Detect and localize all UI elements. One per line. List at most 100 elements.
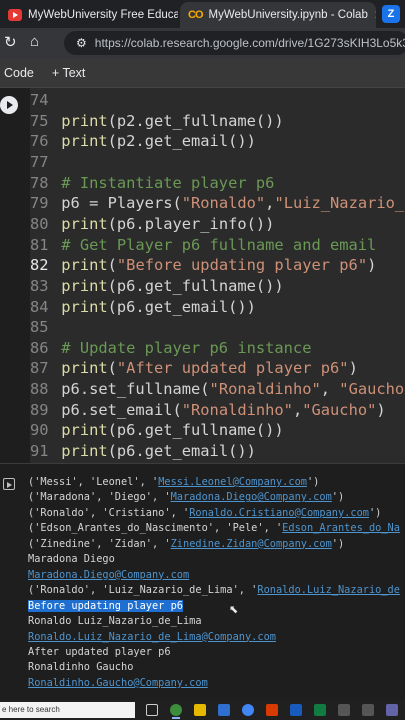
output-text: ('Ronaldo', 'Luiz_Nazario_de_Lima', ' [28, 584, 258, 597]
code-token: (p2.get_email()) [107, 132, 256, 151]
code-editor[interactable]: 74 75 print(p2.get_fullname()) 76 print(p… [30, 88, 405, 463]
email-link[interactable]: Zinedine.Zidan@Company.com [171, 538, 332, 550]
line-number: 82 [30, 256, 49, 275]
email-link[interactable]: Maradona.Diego@Company.com [171, 491, 332, 503]
code-line[interactable]: 85 [30, 317, 61, 337]
code-line[interactable]: 78 # Instantiate player p6 [30, 173, 274, 193]
output-text: ('Messi', 'Leonel', ' [28, 476, 159, 488]
code-token: print [61, 132, 108, 151]
email-link[interactable]: Messi.Leonel@Company.com [158, 476, 307, 488]
line-number: 74 [30, 91, 49, 109]
url-text: https://colab.research.google.com/drive/… [94, 36, 405, 50]
code-line[interactable]: 89 p6.set_email("Ronaldinho","Gaucho") [30, 400, 386, 420]
code-token: print [61, 111, 108, 130]
output-line: ('Ronaldo', 'Luiz_Nazario_de_Lima', 'Ron… [28, 583, 400, 598]
code-line[interactable]: 82 print("Before updating player p6") [30, 255, 376, 275]
code-line[interactable]: 74 [30, 90, 61, 110]
code-line[interactable]: 77 [30, 152, 61, 172]
tab-youtube[interactable]: MyWebUniversity Free Education ✕ [0, 2, 178, 28]
output-line: ('Messi', 'Leonel', 'Messi.Leonel@Compan… [28, 475, 319, 490]
code-cell: 74 75 print(p2.get_fullname()) 76 print(p… [0, 88, 405, 463]
line-number: 90 [30, 421, 49, 440]
code-token: (p6.get_fullname()) [107, 421, 284, 440]
output-text: ('Zinedine', 'Zidan', ' [28, 537, 171, 550]
output-text: Before updating player p6 [28, 599, 183, 612]
line-number: 77 [30, 152, 49, 171]
code-line[interactable]: 90 print(p6.get_fullname()) [30, 420, 284, 440]
code-line[interactable]: 75 print(p2.get_fullname()) [30, 111, 284, 131]
edge-icon[interactable] [170, 704, 182, 719]
close-icon[interactable]: ✕ [374, 8, 376, 22]
excel-icon[interactable] [314, 704, 326, 716]
code-line[interactable]: 80 print(p6.player_info()) [30, 214, 274, 234]
output-menu-icon[interactable] [3, 478, 15, 490]
browser-tab-strip: MyWebUniversity Free Education ✕ CO MyWe… [0, 0, 405, 28]
output-line: Ronaldinho Gaucho [28, 660, 133, 675]
reload-icon[interactable]: ↻ [4, 33, 17, 51]
output-text: ('Edson_Arantes_do_Nascimento', 'Pele', … [28, 522, 283, 535]
output-text: ('Ronaldo', 'Cristiano', ' [28, 506, 190, 519]
output-text: ') [331, 537, 345, 550]
line-number: 86 [30, 338, 49, 357]
code-line[interactable]: 76 print(p2.get_email()) [30, 131, 256, 151]
tab-title: MyWebUniversity.ipynb - Colab [208, 9, 368, 21]
output-text: ') [368, 506, 382, 519]
store-icon[interactable] [218, 704, 230, 716]
email-link[interactable]: Ronaldo.Luiz_Nazario_de_Lima@Company.com [28, 631, 276, 643]
code-token: "Ronaldo" [181, 194, 266, 213]
windows-taskbar: e here to search [0, 700, 405, 720]
code-line[interactable]: 87 print("After updated player p6") [30, 358, 358, 378]
output-text: Ronaldo Luiz_Nazario_de_Lima [28, 615, 202, 628]
run-cell-button[interactable] [0, 96, 18, 114]
code-token: "Before updating player p6" [116, 256, 368, 275]
tab-colab[interactable]: CO MyWebUniversity.ipynb - Colab ✕ [180, 2, 376, 28]
code-token: ( [107, 256, 117, 275]
output-line: ('Edson_Arantes_do_Nascimento', 'Pele', … [28, 521, 400, 536]
output-text: After updated player p6 [28, 645, 171, 658]
code-line[interactable]: 84 print(p6.get_email()) [30, 297, 256, 317]
url-field[interactable]: ⚙ https://colab.research.google.com/driv… [64, 31, 405, 55]
chrome-icon[interactable] [242, 704, 254, 716]
app-icon[interactable] [362, 704, 374, 716]
code-token: "Gaucho" [302, 400, 377, 419]
code-line[interactable]: 88 p6.set_fullname("Ronaldinho", "Gaucho… [30, 379, 405, 399]
line-number: 84 [30, 297, 49, 316]
home-icon[interactable]: ⌂ [30, 33, 39, 50]
extension-icon[interactable]: Z [382, 5, 400, 23]
code-token: print [61, 442, 108, 461]
file-explorer-icon[interactable] [194, 704, 206, 716]
email-link[interactable]: Edson_Arantes_do_Na [282, 522, 400, 534]
code-token: print [61, 297, 108, 316]
address-bar-row: ↻ ⌂ ⚙ https://colab.research.google.com/… [0, 28, 405, 58]
email-link[interactable]: Ronaldinho.Gaucho@Company.com [28, 677, 208, 689]
email-link[interactable]: Ronaldo.Cristiano@Company.com [189, 507, 369, 519]
code-line[interactable]: 86 # Update player p6 instance [30, 338, 311, 358]
code-line[interactable]: 91 print(p6.get_email()) [30, 441, 256, 461]
app-icon[interactable] [338, 704, 350, 716]
powerpoint-icon[interactable] [266, 704, 278, 716]
code-token: ) [376, 400, 386, 419]
code-line[interactable]: 81 # Get Player p6 fullname and email [30, 235, 376, 255]
output-line: Maradona.Diego@Company.com [28, 568, 189, 583]
site-info-icon[interactable]: ⚙ [76, 36, 87, 50]
code-token: "Gaucho" [339, 380, 405, 399]
code-token: print [61, 359, 108, 378]
teams-icon[interactable] [386, 704, 398, 716]
taskbar-search-input[interactable]: e here to search [0, 702, 135, 718]
code-token: ) [348, 359, 358, 378]
code-token: , [292, 400, 303, 419]
code-token: print [61, 214, 108, 233]
code-line[interactable]: 79 p6 = Players("Ronaldo","Luiz_Nazario_… [30, 193, 405, 213]
add-code-button[interactable]: Code [4, 66, 34, 80]
line-number: 80 [30, 214, 49, 233]
output-text: ') [331, 491, 345, 504]
task-view-icon[interactable] [146, 704, 158, 716]
code-token: (p6.get_email()) [107, 297, 256, 316]
email-link[interactable]: Maradona.Diego@Company.com [28, 569, 189, 581]
line-number: 88 [30, 380, 49, 399]
add-text-button[interactable]: + Text [52, 66, 85, 80]
word-icon[interactable] [290, 704, 302, 716]
email-link[interactable]: Ronaldo.Luiz_Nazario_de [257, 584, 400, 596]
code-line[interactable]: 83 print(p6.get_fullname()) [30, 276, 284, 296]
tab-title: MyWebUniversity Free Education [28, 9, 178, 21]
